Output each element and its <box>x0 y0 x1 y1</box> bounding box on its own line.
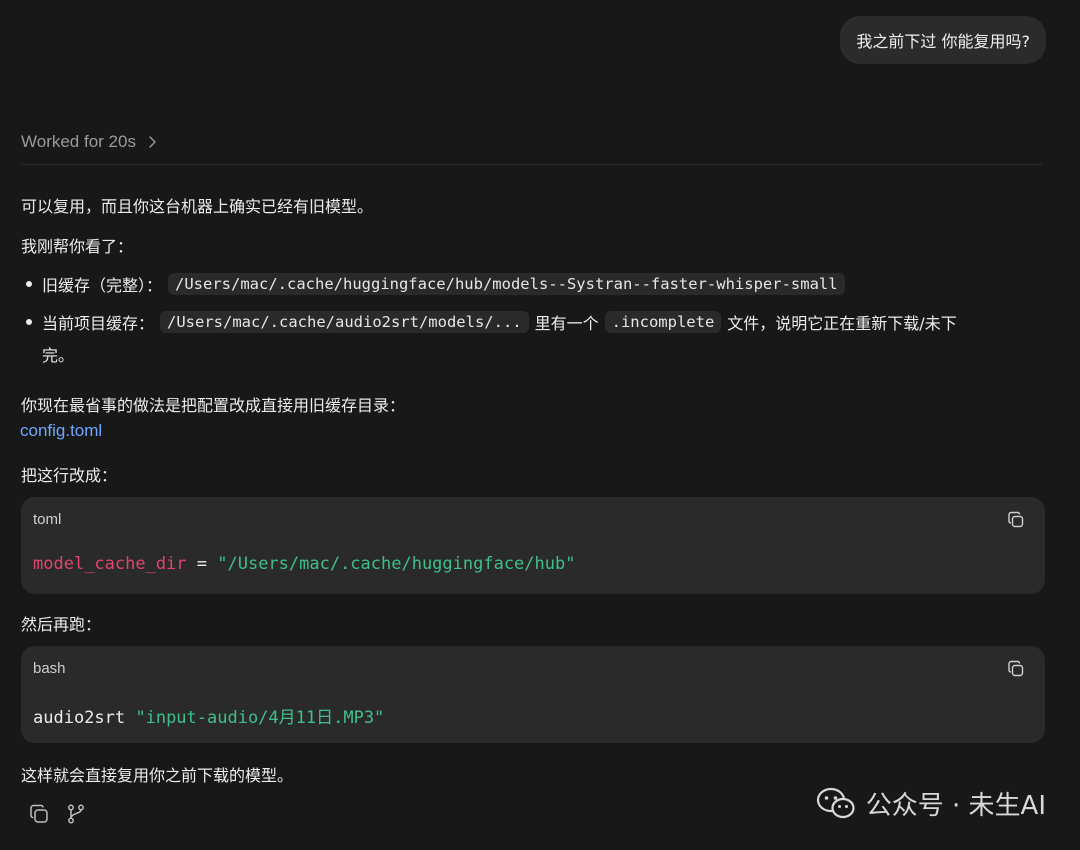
code-token-string: "/Users/mac/.cache/huggingface/hub" <box>217 554 576 574</box>
bullet-label: 当前项目缓存： <box>42 314 155 333</box>
list-item: 旧缓存（完整）： /Users/mac/.cache/huggingface/h… <box>21 272 851 296</box>
watermark: 公众号 · 未生AI <box>816 785 1046 822</box>
worked-for-toggle[interactable]: Worked for 20s <box>21 132 160 152</box>
answer-conclusion: 这样就会直接复用你之前下载的模型。 <box>21 766 294 785</box>
config-file-link[interactable]: config.toml <box>20 421 102 441</box>
copy-icon[interactable] <box>28 803 50 825</box>
code-token-key: model_cache_dir <box>33 554 187 574</box>
code-token-string: "input-audio/4月11日.MP3" <box>135 708 385 728</box>
chevron-right-icon <box>149 136 156 148</box>
list-item: 当前项目缓存： /Users/mac/.cache/audio2srt/mode… <box>21 310 957 334</box>
bullet-label: 旧缓存（完整）： <box>42 276 163 295</box>
answer-checked: 我刚帮你看了： <box>21 237 134 256</box>
worked-for-label: Worked for 20s <box>21 132 136 151</box>
answer-change-line: 把这行改成： <box>21 466 118 485</box>
code-lang-label: bash <box>33 660 66 677</box>
bash-code-block: bash audio2srt "input-audio/4月11日.MP3" <box>21 646 1045 743</box>
inline-code-path: /Users/mac/.cache/huggingface/hub/models… <box>168 273 845 295</box>
code-lang-label: toml <box>33 511 62 528</box>
chat-page: 我之前下过 你能复用吗? Worked for 20s 可以复用，而且你这台机器… <box>0 0 1080 850</box>
bullet-dot <box>26 319 32 325</box>
wechat-icon <box>816 787 855 818</box>
bullet-text: 里有一个 <box>534 314 599 333</box>
code-token-op: = <box>186 554 218 574</box>
branch-icon[interactable] <box>65 803 87 825</box>
code-line: model_cache_dir = "/Users/mac/.cache/hug… <box>33 554 575 574</box>
bullet-text: 文件，说明它正在重新下载/未下 <box>727 314 957 333</box>
divider <box>21 164 1042 165</box>
user-message-bubble: 我之前下过 你能复用吗? <box>840 16 1046 64</box>
toml-code-block: toml model_cache_dir = "/Users/mac/.cach… <box>21 497 1045 594</box>
code-line: audio2srt "input-audio/4月11日.MP3" <box>33 703 384 728</box>
answer-suggestion: 你现在最省事的做法是把配置改成直接用旧缓存目录： <box>21 396 406 415</box>
answer-intro: 可以复用，而且你这台机器上确实已经有旧模型。 <box>21 197 374 216</box>
inline-code-path: /Users/mac/.cache/audio2srt/models/... <box>160 311 529 333</box>
bullet-text-wrap: 完。 <box>42 346 75 365</box>
copy-icon[interactable] <box>1007 511 1025 529</box>
answer-then-run: 然后再跑： <box>21 615 102 634</box>
code-token-command: audio2srt <box>33 708 136 728</box>
watermark-text: 公众号 · 未生AI <box>865 791 1046 821</box>
inline-code-incomplete: .incomplete <box>604 311 722 333</box>
user-message-text: 我之前下过 你能复用吗? <box>856 32 1030 51</box>
copy-icon[interactable] <box>1007 660 1025 678</box>
bullet-dot <box>26 281 32 287</box>
